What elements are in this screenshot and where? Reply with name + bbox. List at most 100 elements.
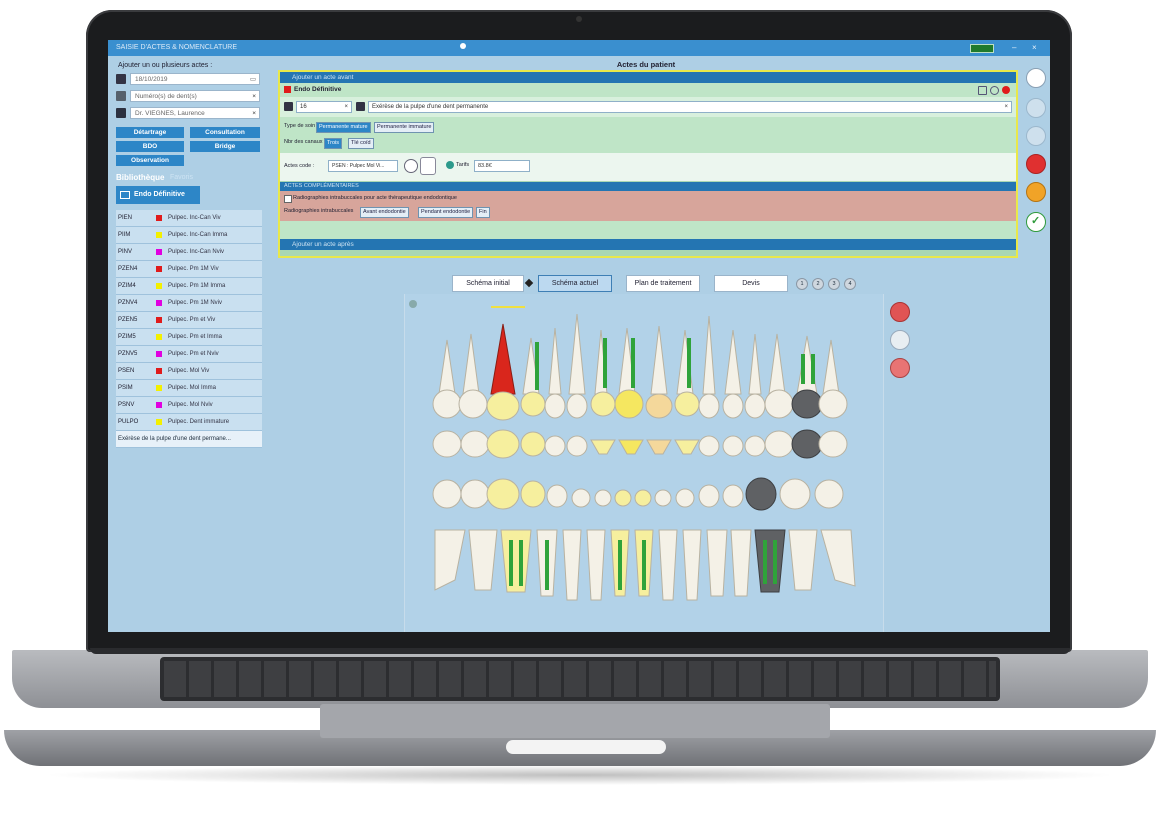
calendar-picker-icon[interactable]: ▭ bbox=[250, 74, 256, 86]
act-code: PZEN5 bbox=[118, 317, 138, 323]
list-item[interactable]: PULPO Pulpec. Dent immature bbox=[116, 414, 262, 431]
tab-initial-scheme[interactable]: Schéma initial bbox=[452, 275, 524, 292]
keyboard bbox=[160, 657, 1000, 701]
act-description: Pulpec. Inc-Can Viv bbox=[168, 215, 221, 221]
list-item[interactable]: PZIM5 Pulpec. Pm et Imma bbox=[116, 329, 262, 346]
validate-check-icon[interactable]: ✓ bbox=[1026, 212, 1046, 232]
page-2[interactable]: 2 bbox=[812, 278, 824, 290]
act-description: Pulpec. Pm 1M Imma bbox=[168, 283, 226, 289]
tab-current-scheme[interactable]: Schéma actuel bbox=[538, 275, 612, 292]
teeth-input[interactable]: Numéro(s) de dent(s) × bbox=[130, 90, 260, 102]
selected-act-text: Exérèse de la pulpe d'une dent permane..… bbox=[118, 436, 231, 442]
status-badge bbox=[970, 44, 994, 53]
tab-quote[interactable]: Devis bbox=[714, 275, 788, 292]
favorites-tab[interactable]: Favoris bbox=[170, 174, 193, 181]
left-panel: Ajouter un ou plusieurs actes : 18/10/20… bbox=[112, 60, 264, 630]
list-item[interactable]: PIEN Pulpec. Inc-Can Viv bbox=[116, 210, 262, 227]
color-marker bbox=[156, 334, 162, 340]
care-type-option-mature[interactable]: Permanente mature bbox=[316, 122, 371, 133]
list-item[interactable]: PSNV Pulpec. Mol Nviv bbox=[116, 397, 262, 414]
act-description-select[interactable]: Exérèse de la pulpe d'une dent permanent… bbox=[368, 101, 1012, 113]
tooth-icon bbox=[116, 91, 126, 101]
act-code: PZIM4 bbox=[118, 283, 136, 289]
radio-option-end[interactable]: Fin bbox=[476, 207, 490, 218]
codes-row: Actes code : PSEN : Pulpec Mol Vi... Tar… bbox=[280, 153, 1016, 181]
act-code-select[interactable]: PSEN : Pulpec Mol Vi... bbox=[328, 160, 398, 172]
bdo-button[interactable]: BDO bbox=[116, 141, 184, 152]
act-code: PIIM bbox=[118, 232, 131, 238]
list-item[interactable]: PSIM Pulpec. Mol Imma bbox=[116, 380, 262, 397]
list-item[interactable]: PSEN Pulpec. Mol Viv bbox=[116, 363, 262, 380]
list-item[interactable]: PINV Pulpec. Inc-Can Nviv bbox=[116, 244, 262, 261]
detartrage-button[interactable]: Détartrage bbox=[116, 127, 184, 138]
user-icon bbox=[116, 108, 126, 118]
color-marker bbox=[156, 368, 162, 374]
spacer-row bbox=[280, 221, 1016, 239]
radio-option-during[interactable]: Pendant endodontie bbox=[418, 207, 474, 218]
neutral-dot-icon[interactable] bbox=[890, 330, 910, 350]
act-description: Pulpec. Pm et Imma bbox=[168, 334, 223, 340]
act-select-icon bbox=[356, 102, 365, 111]
tab-treatment-plan[interactable]: Plan de traitement bbox=[626, 275, 700, 292]
up-icon[interactable] bbox=[1026, 98, 1046, 118]
radio-checkbox[interactable] bbox=[284, 195, 292, 203]
delete-act-icon[interactable] bbox=[1002, 86, 1010, 94]
act-description: Pulpec. Pm et Nviv bbox=[168, 351, 219, 357]
copy-icon[interactable] bbox=[978, 86, 987, 95]
consultation-button[interactable]: Consultation bbox=[190, 127, 260, 138]
act-select-row: 16 × Exérèse de la pulpe d'une dent perm… bbox=[280, 97, 1016, 117]
add-before-bar[interactable]: Ajouter un acte avant bbox=[280, 72, 1016, 83]
title-bar: SAISIE D'ACTES & NOMENCLATURE – × bbox=[108, 40, 1050, 56]
color-marker bbox=[156, 385, 162, 391]
date-field[interactable]: 18/10/2019 ▭ bbox=[130, 73, 260, 85]
acts-title: Actes du patient bbox=[616, 60, 676, 69]
tooth-number-field[interactable]: 16 × bbox=[296, 101, 352, 113]
care-type-option-immature[interactable]: Permanente immature bbox=[374, 122, 435, 133]
add-after-bar[interactable]: Ajouter un acte après bbox=[280, 239, 1016, 250]
info-icon[interactable] bbox=[990, 86, 999, 95]
list-item[interactable]: PZEN5 Pulpec. Pm et Viv bbox=[116, 312, 262, 329]
observation-button[interactable]: Observation bbox=[116, 155, 184, 166]
tooth-diagram-icon[interactable] bbox=[420, 157, 436, 175]
list-item[interactable]: PZIM4 Pulpec. Pm 1M Imma bbox=[116, 278, 262, 295]
canals-option-other[interactable]: Tlé coïd bbox=[348, 138, 374, 149]
upper-roots bbox=[438, 313, 840, 395]
upper-occlusal-row bbox=[432, 429, 848, 459]
list-item[interactable]: PZNV4 Pulpec. Pm 1M Nviv bbox=[116, 295, 262, 312]
acts-code-label: Actes code : bbox=[284, 163, 315, 169]
fees-label: Tarifs bbox=[456, 162, 470, 168]
close-button[interactable]: × bbox=[1032, 43, 1037, 52]
tooth-select-icon bbox=[284, 102, 293, 111]
teeth-diagram[interactable] bbox=[405, 294, 883, 632]
refresh-icon[interactable] bbox=[890, 302, 910, 322]
camera bbox=[576, 16, 582, 22]
edit-icon[interactable] bbox=[404, 159, 418, 173]
page-3[interactable]: 3 bbox=[828, 278, 840, 290]
endo-definitive-button[interactable]: Endo Définitive bbox=[116, 186, 200, 204]
list-item[interactable]: PZEN4 Pulpec. Pm 1M Viv bbox=[116, 261, 262, 278]
selected-act-description[interactable]: Exérèse de la pulpe d'une dent permane..… bbox=[116, 431, 262, 448]
page-1[interactable]: 1 bbox=[796, 278, 808, 290]
act-code: PSEN bbox=[118, 368, 135, 374]
page-4[interactable]: 4 bbox=[844, 278, 856, 290]
trash-icon[interactable] bbox=[1026, 154, 1046, 174]
bridge-button[interactable]: Bridge bbox=[190, 141, 260, 152]
add-after-label: Ajouter un acte après bbox=[292, 241, 354, 248]
list-item[interactable]: PZNV5 Pulpec. Pm et Nviv bbox=[116, 346, 262, 363]
canals-option-three[interactable]: Trois bbox=[324, 138, 343, 149]
color-marker bbox=[156, 402, 162, 408]
laptop-hinge bbox=[90, 648, 1070, 654]
star-icon[interactable] bbox=[1026, 182, 1046, 202]
practitioner-select[interactable]: Dr. VIEGNES, Laurence × bbox=[130, 107, 260, 119]
fees-field[interactable]: 83.8€ bbox=[474, 160, 530, 172]
library-tab[interactable]: Bibliothèque bbox=[116, 173, 164, 182]
clear-teeth-icon[interactable]: × bbox=[252, 91, 256, 103]
radio-option-before[interactable]: Avant endodontie bbox=[360, 207, 409, 218]
minimize-button[interactable]: – bbox=[1012, 43, 1016, 52]
print-icon[interactable] bbox=[1026, 68, 1046, 88]
clear-practitioner-icon[interactable]: × bbox=[252, 108, 256, 120]
alert-icon[interactable] bbox=[890, 358, 910, 378]
down-icon[interactable] bbox=[1026, 126, 1046, 146]
list-item[interactable]: PIIM Pulpec. Inc-Can Imma bbox=[116, 227, 262, 244]
window-title: SAISIE D'ACTES & NOMENCLATURE bbox=[116, 44, 238, 51]
